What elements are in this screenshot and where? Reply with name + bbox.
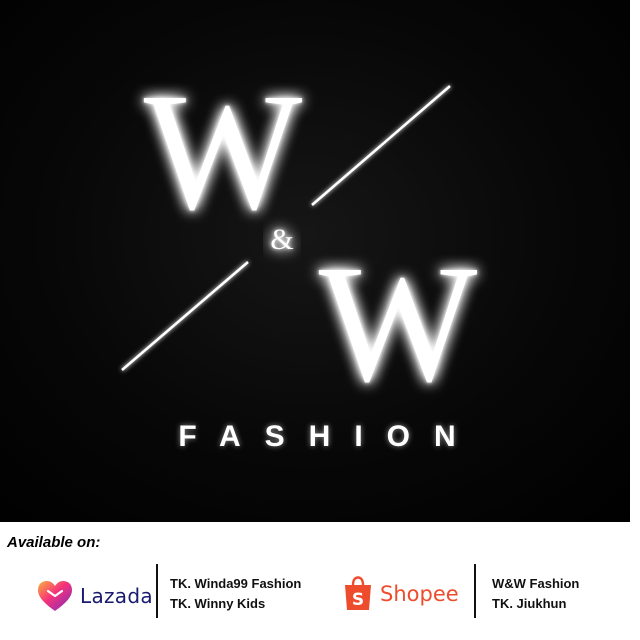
lazada-wordmark: Lazada: [80, 584, 153, 608]
diagonal-line-upper: [311, 85, 451, 206]
shopee-shop-list: W&W Fashion TK. Jiukhun: [492, 574, 579, 614]
right-edge-strip: [630, 0, 640, 640]
shopee-wordmark: Shopee: [380, 582, 459, 606]
lazada-shop-name[interactable]: TK. Winny Kids: [170, 594, 301, 614]
lazada-store-logo[interactable]: Lazada: [36, 578, 153, 614]
diagonal-line-lower: [121, 261, 249, 371]
availability-footer: Available on: Lazada TK. Winda99 Fashion…: [0, 522, 630, 640]
shopee-divider: [474, 564, 476, 618]
shopee-bag-icon: S: [345, 576, 371, 610]
logo-panel: W & W FASHION: [0, 0, 640, 522]
svg-text:S: S: [352, 590, 364, 610]
shopee-shop-name[interactable]: W&W Fashion: [492, 574, 579, 594]
shopee-store-logo[interactable]: S Shopee: [342, 576, 459, 616]
fashion-wordmark: FASHION: [178, 420, 480, 453]
lazada-heart-icon: [38, 581, 72, 611]
lazada-shop-list: TK. Winda99 Fashion TK. Winny Kids: [170, 574, 301, 614]
logo-letter-bottom: W: [319, 231, 478, 417]
lazada-shop-name[interactable]: TK. Winda99 Fashion: [170, 574, 301, 594]
lazada-divider: [156, 564, 158, 618]
available-on-label: Available on:: [7, 534, 101, 551]
logo-ampersand: &: [270, 223, 293, 256]
logo-letter-top: W: [144, 59, 303, 245]
shopee-shop-name[interactable]: TK. Jiukhun: [492, 594, 579, 614]
